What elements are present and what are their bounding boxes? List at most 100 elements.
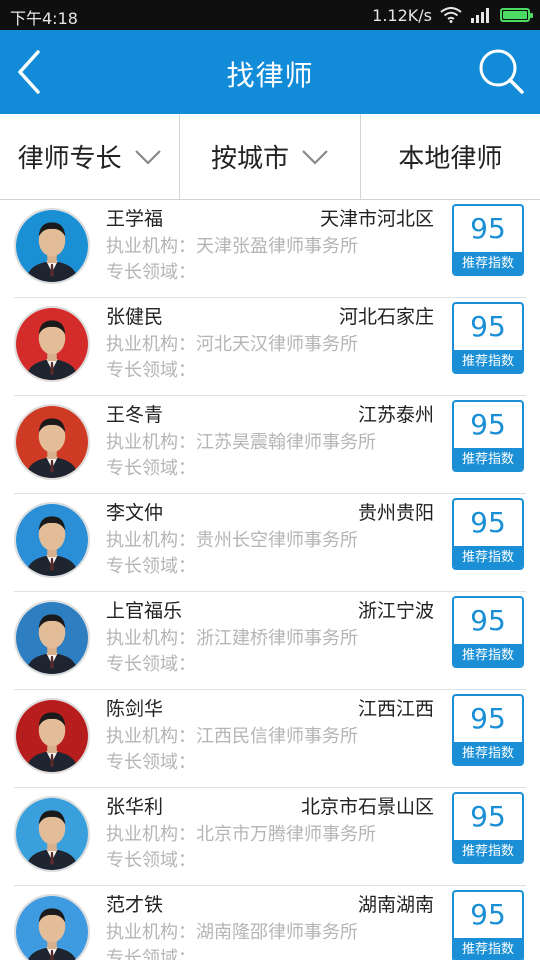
score-label: 推荐指数 (454, 252, 522, 274)
search-button[interactable] (476, 44, 526, 96)
page-title: 找律师 (226, 59, 314, 92)
avatar (14, 796, 90, 872)
avatar (14, 502, 90, 578)
lawyer-name: 张华利 (106, 796, 164, 818)
lawyer-org: 执业机构：河北天汉律师事务所 (106, 330, 358, 356)
lawyer-name: 张健民 (106, 306, 164, 328)
recommend-score: 95 推荐指数 (452, 694, 524, 766)
org-prefix: 执业机构： (106, 236, 196, 257)
filter-specialty[interactable]: 律师专长 (0, 114, 181, 199)
score-label: 推荐指数 (454, 448, 522, 470)
score-value: 95 (470, 898, 506, 931)
recommend-score: 95 推荐指数 (452, 596, 524, 668)
score-label: 推荐指数 (454, 350, 522, 372)
lawyer-org: 执业机构：江西民信律师事务所 (106, 722, 358, 748)
lawyer-specialty: 专长领域： (106, 944, 196, 960)
lawyer-specialty: 专长领域： (106, 650, 196, 676)
org-prefix: 执业机构： (106, 432, 196, 453)
org-prefix: 执业机构： (106, 726, 196, 747)
specialty-prefix: 专长领域： (106, 262, 196, 283)
org-prefix: 执业机构： (106, 334, 196, 355)
lawyer-org: 执业机构：天津张盈律师事务所 (106, 232, 358, 258)
status-indicators: 1.12K/s (372, 5, 533, 25)
status-bar: 下午4:18 1.12K/s (0, 0, 540, 30)
app-header: 找律师 (0, 30, 540, 114)
lawyer-specialty: 专长领域： (106, 552, 196, 578)
lawyer-row[interactable]: 王冬青 江苏泰州 执业机构：江苏昊震翰律师事务所 专长领域： 95 推荐指数 (14, 396, 526, 494)
lawyer-specialty: 专长领域： (106, 748, 196, 774)
lawyer-row[interactable]: 陈剑华 江西江西 执业机构：江西民信律师事务所 专长领域： 95 推荐指数 (14, 690, 526, 788)
chevron-down-icon (134, 149, 161, 165)
lawyer-specialty: 专长领域： (106, 846, 196, 872)
recommend-score: 95 推荐指数 (452, 204, 524, 276)
lawyer-location: 贵州贵阳 (357, 502, 434, 524)
recommend-score: 95 推荐指数 (452, 498, 524, 570)
recommend-score: 95 推荐指数 (452, 792, 524, 864)
avatar (14, 208, 90, 284)
org-value: 贵州长空律师事务所 (196, 530, 358, 551)
specialty-prefix: 专长领域： (106, 360, 196, 381)
specialty-prefix: 专长领域： (106, 556, 196, 577)
score-label: 推荐指数 (454, 546, 522, 568)
lawyer-name: 范才铁 (106, 894, 164, 916)
filter-city-label: 按城市 (210, 144, 289, 174)
org-value: 江西民信律师事务所 (196, 726, 358, 747)
filter-city[interactable]: 按城市 (180, 114, 361, 199)
score-value: 95 (470, 212, 506, 245)
avatar (14, 894, 90, 960)
lawyer-row[interactable]: 上官福乐 浙江宁波 执业机构：浙江建桥律师事务所 专长领域： 95 推荐指数 (14, 592, 526, 690)
lawyer-name: 李文仲 (106, 502, 164, 524)
specialty-prefix: 专长领域： (106, 458, 196, 479)
specialty-prefix: 专长领域： (106, 752, 196, 773)
lawyer-name: 王学福 (106, 208, 164, 230)
battery-icon (500, 8, 533, 22)
lawyer-location: 浙江宁波 (357, 600, 434, 622)
score-label: 推荐指数 (454, 938, 522, 960)
lawyer-specialty: 专长领域： (106, 454, 196, 480)
org-value: 浙江建桥律师事务所 (196, 628, 358, 649)
recommend-score: 95 推荐指数 (452, 890, 524, 960)
network-speed: 1.12K/s (372, 5, 432, 25)
score-value: 95 (470, 702, 506, 735)
org-value: 河北天汉律师事务所 (196, 334, 358, 355)
org-prefix: 执业机构： (106, 922, 196, 943)
chevron-down-icon (302, 149, 328, 165)
lawyer-row[interactable]: 范才铁 湖南湖南 执业机构：湖南隆邵律师事务所 专长领域： 95 推荐指数 (14, 886, 526, 960)
score-value: 95 (470, 800, 506, 833)
recommend-score: 95 推荐指数 (452, 302, 524, 374)
org-value: 湖南隆邵律师事务所 (196, 922, 358, 943)
org-value: 江苏昊震翰律师事务所 (196, 432, 376, 453)
lawyer-org: 执业机构：浙江建桥律师事务所 (106, 624, 358, 650)
score-value: 95 (470, 604, 506, 637)
status-time: 下午4:18 (10, 9, 78, 28)
lawyer-list: 王学福 天津市河北区 执业机构：天津张盈律师事务所 专长领域： 95 推荐指数 … (0, 200, 540, 960)
lawyer-location: 江西江西 (357, 698, 434, 720)
lawyer-name: 上官福乐 (106, 600, 183, 622)
specialty-prefix: 专长领域： (106, 850, 196, 871)
score-value: 95 (470, 506, 506, 539)
search-icon (479, 49, 524, 94)
lawyer-location: 北京市石景山区 (300, 796, 434, 818)
lawyer-org: 执业机构：贵州长空律师事务所 (106, 526, 358, 552)
filter-local-label: 本地律师 (398, 144, 503, 174)
lawyer-location: 江苏泰州 (357, 404, 434, 426)
lawyer-location: 天津市河北区 (319, 208, 434, 230)
org-prefix: 执业机构： (106, 824, 196, 845)
lawyer-row[interactable]: 王学福 天津市河北区 执业机构：天津张盈律师事务所 专长领域： 95 推荐指数 (14, 200, 526, 298)
filter-local-lawyers[interactable]: 本地律师 (361, 114, 540, 199)
specialty-prefix: 专长领域： (106, 948, 196, 960)
lawyer-row[interactable]: 张健民 河北石家庄 执业机构：河北天汉律师事务所 专长领域： 95 推荐指数 (14, 298, 526, 396)
score-label: 推荐指数 (454, 742, 522, 764)
filter-specialty-label: 律师专长 (17, 144, 122, 174)
lawyer-location: 河北石家庄 (338, 306, 434, 328)
lawyer-org: 执业机构：江苏昊震翰律师事务所 (106, 428, 376, 454)
org-prefix: 执业机构： (106, 628, 196, 649)
lawyer-name: 陈剑华 (106, 698, 164, 720)
score-label: 推荐指数 (454, 644, 522, 666)
lawyer-row[interactable]: 张华利 北京市石景山区 执业机构：北京市万腾律师事务所 专长领域： 95 推荐指… (14, 788, 526, 886)
score-value: 95 (470, 408, 506, 441)
lawyer-row[interactable]: 李文仲 贵州贵阳 执业机构：贵州长空律师事务所 专长领域： 95 推荐指数 (14, 494, 526, 592)
lawyer-name: 王冬青 (106, 404, 164, 426)
org-prefix: 执业机构： (106, 530, 196, 551)
lawyer-specialty: 专长领域： (106, 258, 196, 284)
